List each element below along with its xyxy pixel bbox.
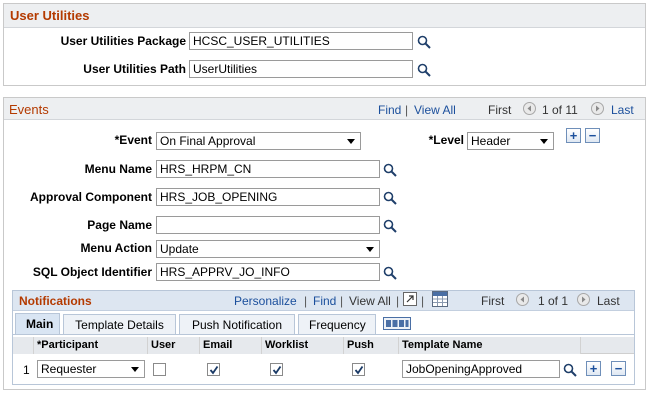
column-header-participant[interactable]: *Participant — [34, 337, 148, 354]
package-lookup-icon[interactable] — [417, 35, 431, 49]
user-checkbox[interactable] — [153, 363, 166, 376]
tab-frequency[interactable]: Frequency — [298, 314, 376, 334]
tab-push-notification[interactable]: Push Notification — [179, 314, 295, 334]
tab-main[interactable]: Main — [15, 313, 60, 335]
notifications-next-arrow-icon[interactable] — [577, 293, 590, 306]
event-label: *Event — [114, 133, 152, 147]
package-field[interactable]: HCSC_USER_UTILITIES — [189, 32, 413, 50]
path-label: User Utilities Path — [83, 62, 186, 76]
column-header-user[interactable]: User — [148, 337, 200, 354]
checkmark-icon — [209, 365, 218, 374]
chevron-down-icon — [347, 139, 355, 144]
path-field[interactable]: UserUtilities — [189, 60, 413, 78]
column-header-worklist[interactable]: Worklist — [262, 337, 344, 354]
event-select-value: On Final Approval — [160, 134, 256, 148]
events-last-link[interactable]: Last — [611, 103, 634, 117]
row-number-header — [13, 337, 34, 354]
event-select[interactable]: On Final Approval — [156, 132, 361, 150]
events-prev-arrow-icon[interactable] — [523, 102, 536, 115]
grid-download-icon[interactable] — [432, 291, 448, 307]
menu-name-field[interactable]: HRS_HRPM_CN — [156, 160, 380, 178]
level-select[interactable]: Header — [467, 132, 554, 150]
link-separator: | — [340, 294, 344, 308]
menu-name-label: Menu Name — [84, 162, 152, 176]
sql-object-label: SQL Object Identifier — [32, 265, 152, 279]
package-label: User Utilities Package — [60, 34, 186, 48]
approval-component-label: Approval Component — [30, 190, 152, 204]
notifications-view-all[interactable]: View All — [349, 294, 391, 308]
events-title: Events — [9, 102, 49, 117]
menu-name-lookup-icon[interactable] — [383, 163, 397, 177]
participant-select[interactable]: Requester — [37, 360, 145, 378]
menu-action-value: Update — [160, 242, 199, 256]
sql-object-field[interactable]: HRS_APPRV_JO_INFO — [156, 263, 380, 281]
notifications-prev-arrow-icon[interactable] — [516, 293, 529, 306]
chevron-down-icon — [131, 367, 139, 372]
worklist-checkbox[interactable] — [270, 363, 283, 376]
approval-component-field[interactable]: HRS_JOB_OPENING — [156, 188, 380, 206]
events-find-link[interactable]: Find — [378, 103, 401, 117]
tab-underline — [13, 334, 634, 335]
personalize-link[interactable]: Personalize — [234, 294, 297, 308]
push-checkbox[interactable] — [352, 363, 365, 376]
column-header-template-name[interactable]: Template Name — [399, 337, 581, 354]
events-next-arrow-icon[interactable] — [591, 102, 604, 115]
email-checkbox[interactable] — [207, 363, 220, 376]
events-pagination: 1 of 11 — [542, 103, 578, 117]
notifications-find-link[interactable]: Find — [313, 294, 336, 308]
checkmark-icon — [354, 365, 363, 374]
menu-action-select[interactable]: Update — [156, 240, 380, 258]
tab-template-details[interactable]: Template Details — [63, 314, 176, 334]
events-link-separator: | — [405, 103, 409, 117]
level-select-value: Header — [471, 134, 511, 148]
notifications-first-label: First — [481, 294, 505, 308]
notifications-last-label: Last — [597, 294, 620, 308]
show-all-tabs-icon[interactable] — [383, 317, 411, 330]
path-lookup-icon[interactable] — [417, 63, 431, 77]
row-add-plus-icon[interactable]: + — [586, 361, 601, 376]
row-number: 1 — [23, 363, 30, 377]
page-name-label: Page Name — [87, 218, 152, 232]
link-separator: | — [304, 294, 308, 308]
sql-object-lookup-icon[interactable] — [383, 266, 397, 280]
template-name-field[interactable]: JobOpeningApproved — [402, 360, 560, 378]
notifications-pagination: 1 of 1 — [538, 294, 569, 308]
page-name-field[interactable] — [156, 216, 380, 234]
page-name-lookup-icon[interactable] — [383, 219, 397, 233]
link-separator: | — [396, 294, 400, 308]
events-add-plus-icon[interactable]: + — [566, 128, 581, 143]
menu-action-label: Menu Action — [80, 241, 152, 255]
row-delete-minus-icon[interactable]: − — [611, 361, 626, 376]
checkmark-icon — [272, 365, 281, 374]
user-utilities-title: User Utilities — [4, 4, 645, 28]
level-label: *Level — [428, 133, 464, 147]
chevron-down-icon — [540, 139, 548, 144]
chevron-down-icon — [366, 247, 374, 252]
column-header-push[interactable]: Push — [344, 337, 399, 354]
events-first-label: First — [488, 103, 512, 117]
notifications-title: Notifications — [19, 294, 92, 308]
approval-component-lookup-icon[interactable] — [383, 191, 397, 205]
column-header-email[interactable]: Email — [200, 337, 262, 354]
participant-value: Requester — [41, 362, 97, 376]
link-separator: | — [421, 294, 425, 308]
template-name-lookup-icon[interactable] — [563, 363, 577, 377]
events-delete-minus-icon[interactable]: − — [585, 128, 600, 143]
zoom-icon[interactable] — [403, 292, 417, 306]
events-view-all-link[interactable]: View All — [414, 103, 456, 117]
